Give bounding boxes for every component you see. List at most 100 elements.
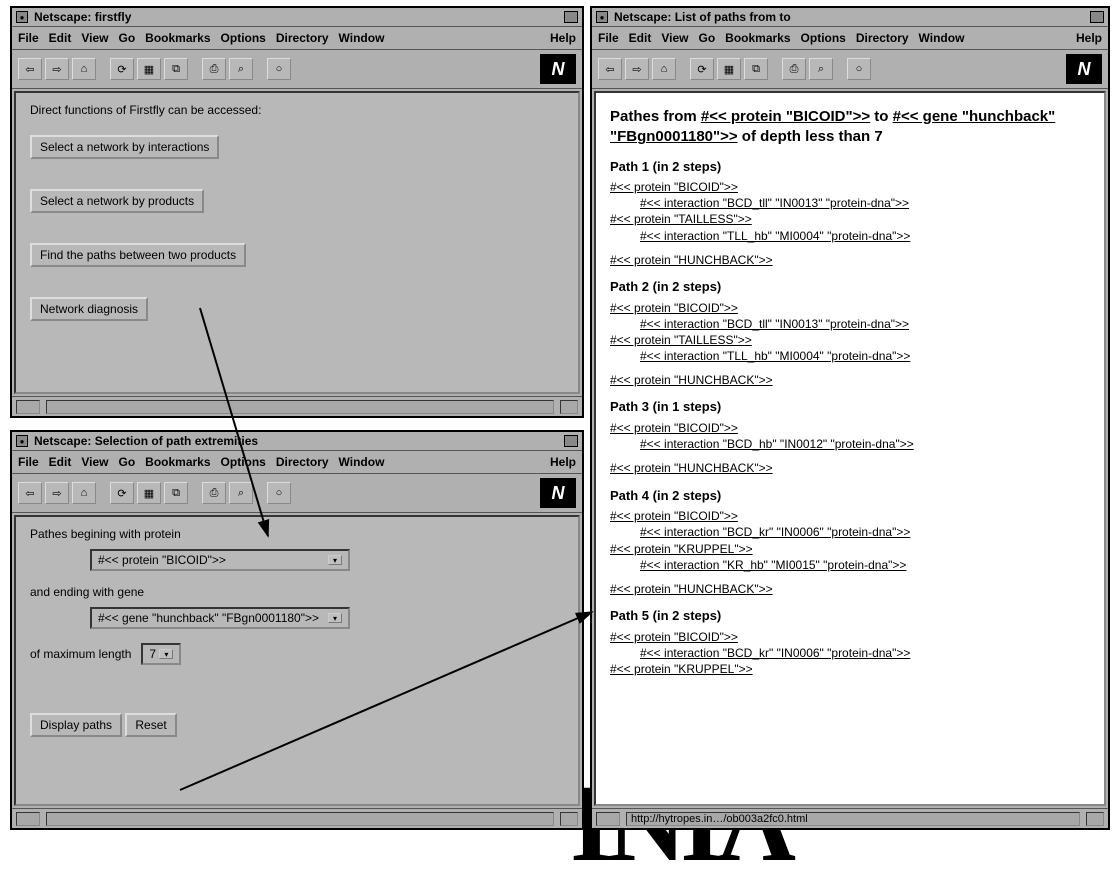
menu-go[interactable]: Go bbox=[118, 31, 135, 45]
path-link[interactable]: #<< protein "TAILLESS">> bbox=[610, 332, 1090, 348]
select-interactions-button[interactable]: Select a network by interactions bbox=[30, 135, 219, 159]
print-icon[interactable]: ⎙ bbox=[202, 482, 226, 504]
path-link[interactable]: #<< interaction "BCD_tll" "IN0013" "prot… bbox=[610, 316, 1090, 332]
home-icon[interactable]: ⌂ bbox=[72, 58, 96, 80]
open-icon[interactable]: ⧉ bbox=[164, 58, 188, 80]
maximize-icon[interactable] bbox=[1090, 11, 1104, 23]
titlebar[interactable]: Netscape: firstfly bbox=[12, 8, 582, 27]
menu-help[interactable]: Help bbox=[1076, 31, 1102, 45]
menu-bookmarks[interactable]: Bookmarks bbox=[145, 31, 210, 45]
menu-window[interactable]: Window bbox=[919, 31, 965, 45]
menu-edit[interactable]: Edit bbox=[49, 455, 72, 469]
reload-icon[interactable]: ⟳ bbox=[110, 482, 134, 504]
network-diagnosis-button[interactable]: Network diagnosis bbox=[30, 297, 148, 321]
path-end-link[interactable]: #<< protein "HUNCHBACK">> bbox=[610, 252, 1090, 268]
path-end-link[interactable]: #<< protein "HUNCHBACK">> bbox=[610, 581, 1090, 597]
home-icon[interactable]: ⌂ bbox=[652, 58, 676, 80]
mail-icon[interactable] bbox=[560, 812, 578, 826]
back-icon[interactable]: ⇦ bbox=[18, 482, 42, 504]
menu-directory[interactable]: Directory bbox=[276, 455, 329, 469]
stop-icon[interactable]: ○ bbox=[847, 58, 871, 80]
display-paths-button[interactable]: Display paths bbox=[30, 713, 122, 737]
images-icon[interactable]: ▦ bbox=[717, 58, 741, 80]
menu-file[interactable]: File bbox=[598, 31, 619, 45]
path-link[interactable]: #<< protein "BICOID">> bbox=[610, 300, 1090, 316]
stop-icon[interactable]: ○ bbox=[267, 58, 291, 80]
find-paths-button[interactable]: Find the paths between two products bbox=[30, 243, 246, 267]
path-link[interactable]: #<< interaction "BCD_hb" "IN0012" "prote… bbox=[610, 436, 1090, 452]
path-link[interactable]: #<< protein "BICOID">> bbox=[610, 179, 1090, 195]
forward-icon[interactable]: ⇨ bbox=[45, 482, 69, 504]
find-icon[interactable]: ⌕ bbox=[229, 58, 253, 80]
path-end-link[interactable]: #<< protein "HUNCHBACK">> bbox=[610, 372, 1090, 388]
select-max-length[interactable]: 7 ▾ bbox=[141, 643, 181, 665]
forward-icon[interactable]: ⇨ bbox=[625, 58, 649, 80]
select-begin-protein[interactable]: #<< protein "BICOID">> ▾ bbox=[90, 549, 350, 571]
menu-options[interactable]: Options bbox=[221, 31, 266, 45]
reset-button[interactable]: Reset bbox=[125, 713, 176, 737]
sysmenu-icon[interactable] bbox=[16, 435, 28, 447]
images-icon[interactable]: ▦ bbox=[137, 58, 161, 80]
menu-bookmarks[interactable]: Bookmarks bbox=[145, 455, 210, 469]
maximize-icon[interactable] bbox=[564, 11, 578, 23]
images-icon[interactable]: ▦ bbox=[137, 482, 161, 504]
home-icon[interactable]: ⌂ bbox=[72, 482, 96, 504]
menu-file[interactable]: File bbox=[18, 31, 39, 45]
path-link[interactable]: #<< interaction "TLL_hb" "MI0004" "prote… bbox=[610, 228, 1090, 244]
menu-directory[interactable]: Directory bbox=[856, 31, 909, 45]
reload-icon[interactable]: ⟳ bbox=[110, 58, 134, 80]
print-icon[interactable]: ⎙ bbox=[202, 58, 226, 80]
path-link[interactable]: #<< interaction "BCD_kr" "IN0006" "prote… bbox=[610, 645, 1090, 661]
menu-file[interactable]: File bbox=[18, 455, 39, 469]
mail-icon[interactable] bbox=[1086, 812, 1104, 826]
heading-link-from[interactable]: #<< protein "BICOID">> bbox=[701, 108, 870, 125]
open-icon[interactable]: ⧉ bbox=[164, 482, 188, 504]
label-max-length: of maximum length bbox=[30, 647, 131, 661]
menu-view[interactable]: View bbox=[81, 31, 108, 45]
maximize-icon[interactable] bbox=[564, 435, 578, 447]
menu-options[interactable]: Options bbox=[221, 455, 266, 469]
path-link[interactable]: #<< protein "BICOID">> bbox=[610, 508, 1090, 524]
menu-go[interactable]: Go bbox=[118, 455, 135, 469]
path-link[interactable]: #<< interaction "BCD_tll" "IN0013" "prot… bbox=[610, 195, 1090, 211]
menu-window[interactable]: Window bbox=[339, 455, 385, 469]
find-icon[interactable]: ⌕ bbox=[809, 58, 833, 80]
path-link[interactable]: #<< protein "BICOID">> bbox=[610, 629, 1090, 645]
find-icon[interactable]: ⌕ bbox=[229, 482, 253, 504]
menubar: File Edit View Go Bookmarks Options Dire… bbox=[592, 27, 1108, 50]
reload-icon[interactable]: ⟳ bbox=[690, 58, 714, 80]
menu-view[interactable]: View bbox=[81, 455, 108, 469]
path-link[interactable]: #<< protein "TAILLESS">> bbox=[610, 211, 1090, 227]
path-link[interactable]: #<< protein "BICOID">> bbox=[610, 420, 1090, 436]
back-icon[interactable]: ⇦ bbox=[598, 58, 622, 80]
open-icon[interactable]: ⧉ bbox=[744, 58, 768, 80]
path-end-link[interactable]: #<< protein "HUNCHBACK">> bbox=[610, 460, 1090, 476]
select-products-button[interactable]: Select a network by products bbox=[30, 189, 204, 213]
menu-edit[interactable]: Edit bbox=[49, 31, 72, 45]
menu-bookmarks[interactable]: Bookmarks bbox=[725, 31, 790, 45]
titlebar[interactable]: Netscape: List of paths from to bbox=[592, 8, 1108, 27]
forward-icon[interactable]: ⇨ bbox=[45, 58, 69, 80]
print-icon[interactable]: ⎙ bbox=[782, 58, 806, 80]
menu-help[interactable]: Help bbox=[550, 455, 576, 469]
menu-directory[interactable]: Directory bbox=[276, 31, 329, 45]
menu-window[interactable]: Window bbox=[339, 31, 385, 45]
stop-icon[interactable]: ○ bbox=[267, 482, 291, 504]
path-link[interactable]: #<< interaction "BCD_kr" "IN0006" "prote… bbox=[610, 524, 1090, 540]
menu-view[interactable]: View bbox=[661, 31, 688, 45]
select-end-gene[interactable]: #<< gene "hunchback" "FBgn0001180">> ▾ bbox=[90, 607, 350, 629]
mail-icon[interactable] bbox=[560, 400, 578, 414]
path-link[interactable]: #<< interaction "TLL_hb" "MI0004" "prote… bbox=[610, 348, 1090, 364]
path-link[interactable]: #<< protein "KRUPPEL">> bbox=[610, 661, 1090, 677]
menu-options[interactable]: Options bbox=[801, 31, 846, 45]
menu-go[interactable]: Go bbox=[698, 31, 715, 45]
sysmenu-icon[interactable] bbox=[596, 11, 608, 23]
path-link[interactable]: #<< protein "KRUPPEL">> bbox=[610, 541, 1090, 557]
menu-edit[interactable]: Edit bbox=[629, 31, 652, 45]
content-area[interactable]: Pathes from #<< protein "BICOID">> to #<… bbox=[594, 91, 1106, 806]
back-icon[interactable]: ⇦ bbox=[18, 58, 42, 80]
path-link[interactable]: #<< interaction "KR_hb" "MI0015" "protei… bbox=[610, 557, 1090, 573]
titlebar[interactable]: Netscape: Selection of path extremities bbox=[12, 432, 582, 451]
sysmenu-icon[interactable] bbox=[16, 11, 28, 23]
menu-help[interactable]: Help bbox=[550, 31, 576, 45]
